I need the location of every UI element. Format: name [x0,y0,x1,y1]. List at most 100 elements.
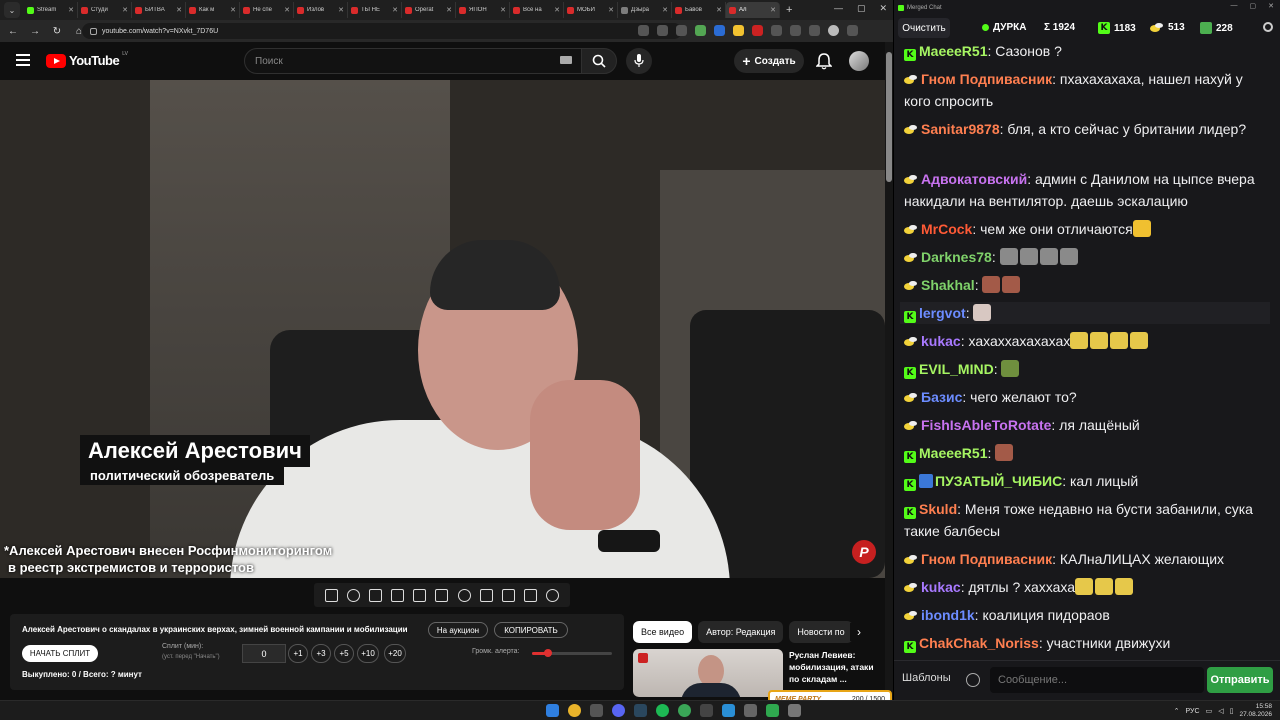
chat-username[interactable]: Skuld [919,501,957,517]
auction-button[interactable]: На аукцион [428,622,488,638]
bookmark-icon[interactable] [676,25,687,36]
volume-icon[interactable]: ◁ [1218,707,1223,715]
back-icon[interactable]: ← [6,26,20,37]
browser-tab[interactable]: Студи ✕ [78,2,132,18]
browser-tab[interactable]: Operat ✕ [402,2,456,18]
theater-icon[interactable] [435,588,449,602]
split-minutes-input[interactable]: 0 [242,644,286,663]
language-indicator[interactable]: РУС [1186,708,1200,715]
scrollbar-thumb[interactable] [886,52,892,182]
recommended-video-thumbnail[interactable] [633,649,783,697]
create-button[interactable]: + Создать [734,49,804,73]
chat-username[interactable]: MaeeeR51 [919,43,988,59]
clear-chat-button[interactable]: Очистить [898,18,950,38]
voice-search-button[interactable] [626,48,652,74]
tab-close-icon[interactable]: ✕ [716,6,722,14]
browser-tab[interactable]: МОБИ ✕ [564,2,618,18]
chat-username[interactable]: Гном Подпивасник [921,71,1052,87]
split-increment-button[interactable]: +5 [334,644,354,663]
app-icon[interactable] [590,704,603,717]
maximize-icon[interactable]: ▢ [857,3,866,14]
filter-chip[interactable]: Новости по [789,621,853,643]
tab-close-icon[interactable]: ✕ [176,6,182,14]
tab-search-button[interactable]: ⌄ [4,2,20,18]
page-scrollbar[interactable] [885,42,893,700]
extension-icon[interactable] [714,25,725,36]
chat-username[interactable]: FishIsAbleToRotate [921,417,1051,433]
split-increment-button[interactable]: +1 [288,644,308,663]
account-avatar[interactable] [849,51,869,71]
start-icon[interactable] [546,704,559,717]
extension-icon[interactable] [733,25,744,36]
browser-tab[interactable]: Излов ✕ [294,2,348,18]
telegram-icon[interactable] [722,704,735,717]
address-bar[interactable]: youtube.com/watch?v=NXvkt_7D76U [82,23,682,39]
close-window-icon[interactable]: ✕ [1268,2,1274,10]
network-icon[interactable]: ▭ [1206,707,1213,715]
tab-close-icon[interactable]: ✕ [662,6,668,14]
reload-icon[interactable]: ↻ [50,26,64,37]
battery-icon[interactable]: ▯ [1230,707,1234,715]
chrome-icon[interactable] [568,704,581,717]
site-info-icon[interactable] [90,27,97,35]
search-button[interactable] [581,48,617,74]
chat-username[interactable]: ibond1k [921,607,975,623]
chat-username[interactable]: lergvot [919,305,966,321]
browser-tab[interactable]: ТЫ НЕ ✕ [348,2,402,18]
menu-icon[interactable] [16,54,30,66]
video-player[interactable]: Алексей Арестович политический обозреват… [0,80,885,578]
copy-button[interactable]: КОПИРОВАТЬ [494,622,568,638]
slider-knob[interactable] [544,649,552,657]
browser-tab[interactable]: Ал ✕ [726,2,780,18]
clapper-icon[interactable] [391,588,405,602]
notifications-bell-icon[interactable] [816,52,832,70]
add-icon[interactable] [479,588,493,602]
tab-close-icon[interactable]: ✕ [554,6,560,14]
browser-tab[interactable]: БИТВА ✕ [132,2,186,18]
split-increment-button[interactable]: +3 [311,644,331,663]
browser-menu-icon[interactable] [847,25,858,36]
tab-close-icon[interactable]: ✕ [446,6,452,14]
close-window-icon[interactable]: ✕ [879,3,887,14]
search-input[interactable]: Поиск [244,48,582,74]
spotify-icon[interactable] [656,704,669,717]
chat-username[interactable]: kukac [921,579,961,595]
message-input[interactable]: Сообщение... [990,667,1204,693]
forward-icon[interactable]: → [28,26,42,37]
browser-tab[interactable]: Не спе ✕ [240,2,294,18]
pip-icon[interactable] [413,588,427,602]
keyboard-icon[interactable] [560,56,572,64]
tab-close-icon[interactable]: ✕ [338,6,344,14]
templates-button[interactable]: Шаблоны [902,672,951,684]
recommended-video-title[interactable]: Руслан Левиев: мобилизация, атаки по скл… [789,649,885,685]
chat-username[interactable]: Darknes78 [921,249,992,265]
chat-settings-icon[interactable] [1263,22,1273,32]
filter-chip[interactable]: Автор: Редакция [698,621,784,643]
youtube-logo[interactable]: YouTube LV [46,51,128,68]
send-button[interactable]: Отправить [1207,667,1273,693]
minimize-icon[interactable]: — [1231,2,1238,10]
flask-icon[interactable] [524,588,538,602]
clock[interactable]: 15:58 27.08.2026 [1239,703,1272,719]
chat-username[interactable]: Sanitar9878 [921,121,1000,137]
extension-icon[interactable] [695,25,706,36]
screenshot-icon[interactable] [501,588,515,602]
chat-username[interactable]: ChakChak_Noriss [919,635,1039,651]
tab-close-icon[interactable]: ✕ [392,6,398,14]
tab-close-icon[interactable]: ✕ [500,6,506,14]
browser-tab[interactable]: ЯПОН ✕ [456,2,510,18]
chips-next-icon[interactable]: › [850,623,868,641]
chat-username[interactable]: Базис [921,389,962,405]
playlist-icon[interactable] [368,588,382,602]
app-icon[interactable] [766,704,779,717]
app-icon[interactable] [788,704,801,717]
split-increment-button[interactable]: +20 [384,644,406,663]
minimize-icon[interactable]: — [834,3,843,14]
chat-username[interactable]: MrCock [921,221,972,237]
loop-icon[interactable] [324,588,338,602]
chat-username[interactable]: Адвокатовский [921,171,1027,187]
tab-close-icon[interactable]: ✕ [122,6,128,14]
maximize-icon[interactable]: ▢ [1250,2,1257,10]
profile-icon[interactable] [828,25,839,36]
chat-username[interactable]: Shakhal [921,277,975,293]
